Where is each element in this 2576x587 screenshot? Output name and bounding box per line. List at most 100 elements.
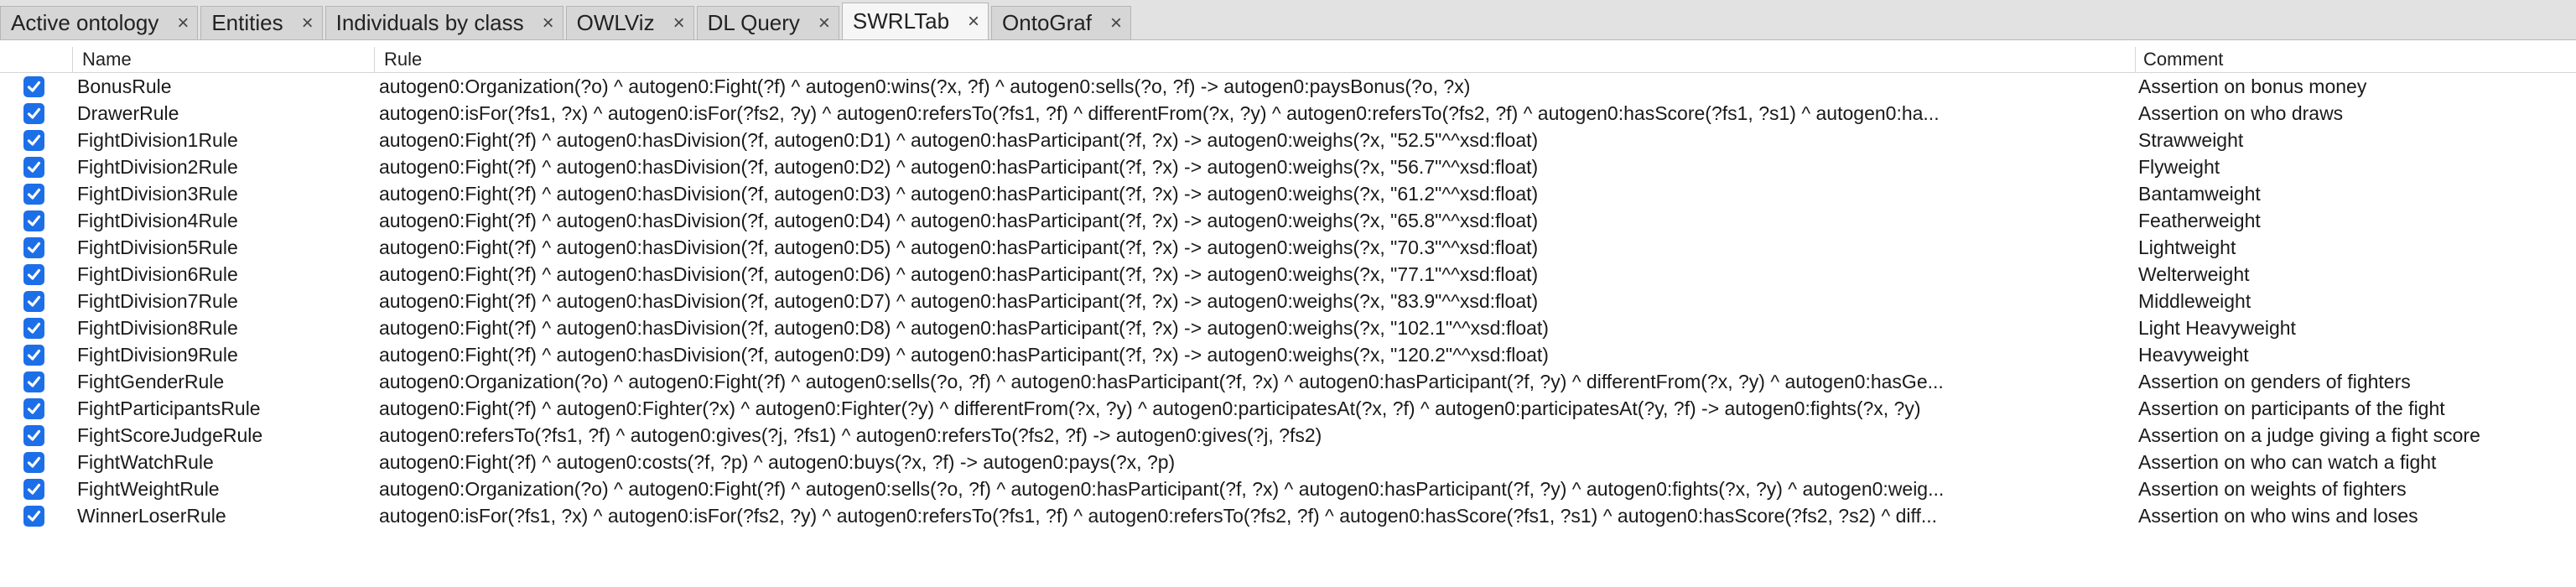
close-icon[interactable]: × bbox=[673, 13, 685, 34]
rule-name-cell[interactable]: FightGenderRule bbox=[77, 368, 371, 395]
rule-body-cell[interactable]: autogen0:Fight(?f) ^ autogen0:costs(?f, … bbox=[379, 449, 2132, 475]
close-icon[interactable]: × bbox=[818, 13, 830, 34]
tab-individuals-by-class[interactable]: Individuals by class × bbox=[325, 6, 564, 39]
tab-dl-query[interactable]: DL Query × bbox=[696, 6, 839, 39]
rule-comment-cell[interactable]: Assertion on bonus money bbox=[2138, 73, 2574, 100]
table-row[interactable]: FightGenderRule autogen0:Organization(?o)… bbox=[0, 368, 2576, 395]
rule-name-cell[interactable]: FightDivision1Rule bbox=[77, 127, 371, 153]
rule-name-cell[interactable]: DrawerRule bbox=[77, 100, 371, 127]
rule-name-cell[interactable]: FightDivision9Rule bbox=[77, 341, 371, 368]
tab-swrltab[interactable]: SWRLTab × bbox=[841, 3, 989, 39]
enabled-checkbox[interactable] bbox=[23, 184, 44, 205]
enabled-checkbox[interactable] bbox=[23, 398, 44, 419]
table-row[interactable]: FightDivision8Rule autogen0:Fight(?f) ^ a… bbox=[0, 314, 2576, 341]
rule-comment-cell[interactable]: Middleweight bbox=[2138, 288, 2574, 314]
rule-comment-cell[interactable]: Strawweight bbox=[2138, 127, 2574, 153]
enabled-checkbox[interactable] bbox=[23, 76, 44, 97]
rule-body-cell[interactable]: autogen0:isFor(?fs1, ?x) ^ autogen0:isFo… bbox=[379, 100, 2132, 127]
enabled-checkbox[interactable] bbox=[23, 479, 44, 500]
rule-name-cell[interactable]: FightDivision5Rule bbox=[77, 234, 371, 261]
rule-comment-cell[interactable]: Featherweight bbox=[2138, 207, 2574, 234]
tab-entities[interactable]: Entities × bbox=[200, 6, 323, 39]
rule-body-cell[interactable]: autogen0:Organization(?o) ^ autogen0:Fig… bbox=[379, 368, 2132, 395]
rule-name-cell[interactable]: FightDivision6Rule bbox=[77, 261, 371, 288]
enabled-checkbox[interactable] bbox=[23, 425, 44, 446]
enabled-checkbox[interactable] bbox=[23, 371, 44, 392]
table-row[interactable]: FightDivision9Rule autogen0:Fight(?f) ^ a… bbox=[0, 341, 2576, 368]
rule-comment-cell[interactable]: Assertion on weights of fighters bbox=[2138, 475, 2574, 502]
rule-body-cell[interactable]: autogen0:Fight(?f) ^ autogen0:hasDivisio… bbox=[379, 127, 2132, 153]
rule-comment-cell[interactable]: Assertion on who draws bbox=[2138, 100, 2574, 127]
table-row[interactable]: FightDivision7Rule autogen0:Fight(?f) ^ a… bbox=[0, 288, 2576, 314]
rule-comment-cell[interactable]: Assertion on participants of the fight bbox=[2138, 395, 2574, 422]
enabled-checkbox[interactable] bbox=[23, 157, 44, 178]
rule-comment-cell[interactable]: Assertion on a judge giving a fight scor… bbox=[2138, 422, 2574, 449]
rule-body-cell[interactable]: autogen0:refersTo(?fs1, ?f) ^ autogen0:g… bbox=[379, 422, 2132, 449]
table-row[interactable]: FightDivision1Rule autogen0:Fight(?f) ^ a… bbox=[0, 127, 2576, 153]
rule-name-cell[interactable]: BonusRule bbox=[77, 73, 371, 100]
close-icon[interactable]: × bbox=[302, 13, 314, 34]
rule-body-cell[interactable]: autogen0:Fight(?f) ^ autogen0:hasDivisio… bbox=[379, 207, 2132, 234]
table-row[interactable]: FightWeightRule autogen0:Organization(?o)… bbox=[0, 475, 2576, 502]
table-row[interactable]: FightScoreJudgeRule autogen0:refersTo(?fs… bbox=[0, 422, 2576, 449]
rule-name-cell[interactable]: FightDivision3Rule bbox=[77, 180, 371, 207]
rule-body-cell[interactable]: autogen0:Organization(?o) ^ autogen0:Fig… bbox=[379, 475, 2132, 502]
tab-active-ontology[interactable]: Active ontology × bbox=[0, 6, 199, 39]
rule-body-cell[interactable]: autogen0:Fight(?f) ^ autogen0:hasDivisio… bbox=[379, 341, 2132, 368]
enabled-checkbox[interactable] bbox=[23, 345, 44, 366]
rule-body-cell[interactable]: autogen0:Fight(?f) ^ autogen0:hasDivisio… bbox=[379, 234, 2132, 261]
column-separator[interactable] bbox=[72, 47, 73, 72]
enabled-checkbox[interactable] bbox=[23, 506, 44, 527]
rule-comment-cell[interactable]: Flyweight bbox=[2138, 153, 2574, 180]
column-header-name[interactable]: Name bbox=[82, 49, 132, 70]
rule-body-cell[interactable]: autogen0:Organization(?o) ^ autogen0:Fig… bbox=[379, 73, 2132, 100]
close-icon[interactable]: × bbox=[968, 11, 979, 32]
column-header-rule[interactable]: Rule bbox=[384, 49, 422, 70]
table-row[interactable]: FightParticipantsRule autogen0:Fight(?f) … bbox=[0, 395, 2576, 422]
enabled-checkbox[interactable] bbox=[23, 130, 44, 151]
rule-name-cell[interactable]: FightDivision8Rule bbox=[77, 314, 371, 341]
rule-name-cell[interactable]: WinnerLoserRule bbox=[77, 502, 371, 529]
enabled-checkbox[interactable] bbox=[23, 291, 44, 312]
enabled-checkbox[interactable] bbox=[23, 210, 44, 231]
rule-comment-cell[interactable]: Heavyweight bbox=[2138, 341, 2574, 368]
column-separator[interactable] bbox=[374, 47, 375, 72]
rule-body-cell[interactable]: autogen0:Fight(?f) ^ autogen0:hasDivisio… bbox=[379, 288, 2132, 314]
rule-comment-cell[interactable]: Light Heavyweight bbox=[2138, 314, 2574, 341]
rule-comment-cell[interactable]: Lightweight bbox=[2138, 234, 2574, 261]
rule-body-cell[interactable]: autogen0:Fight(?f) ^ autogen0:hasDivisio… bbox=[379, 153, 2132, 180]
rule-name-cell[interactable]: FightParticipantsRule bbox=[77, 395, 371, 422]
column-header-comment[interactable]: Comment bbox=[2143, 49, 2223, 70]
rule-body-cell[interactable]: autogen0:Fight(?f) ^ autogen0:hasDivisio… bbox=[379, 314, 2132, 341]
table-row[interactable]: FightDivision2Rule autogen0:Fight(?f) ^ a… bbox=[0, 153, 2576, 180]
close-icon[interactable]: × bbox=[1110, 13, 1122, 34]
table-row[interactable]: BonusRule autogen0:Organization(?o) ^ aut… bbox=[0, 73, 2576, 100]
table-row[interactable]: FightDivision4Rule autogen0:Fight(?f) ^ a… bbox=[0, 207, 2576, 234]
rule-comment-cell[interactable]: Assertion on who wins and loses bbox=[2138, 502, 2574, 529]
close-icon[interactable]: × bbox=[543, 13, 554, 34]
rule-name-cell[interactable]: FightWeightRule bbox=[77, 475, 371, 502]
rule-body-cell[interactable]: autogen0:Fight(?f) ^ autogen0:Fighter(?x… bbox=[379, 395, 2132, 422]
rule-name-cell[interactable]: FightScoreJudgeRule bbox=[77, 422, 371, 449]
table-row[interactable]: DrawerRule autogen0:isFor(?fs1, ?x) ^ aut… bbox=[0, 100, 2576, 127]
close-icon[interactable]: × bbox=[177, 13, 189, 34]
rule-comment-cell[interactable]: Assertion on genders of fighters bbox=[2138, 368, 2574, 395]
column-separator[interactable] bbox=[2135, 47, 2136, 72]
table-row[interactable]: FightDivision5Rule autogen0:Fight(?f) ^ a… bbox=[0, 234, 2576, 261]
table-row[interactable]: FightDivision6Rule autogen0:Fight(?f) ^ a… bbox=[0, 261, 2576, 288]
rule-body-cell[interactable]: autogen0:Fight(?f) ^ autogen0:hasDivisio… bbox=[379, 180, 2132, 207]
rule-comment-cell[interactable]: Assertion on who can watch a fight bbox=[2138, 449, 2574, 475]
rule-body-cell[interactable]: autogen0:isFor(?fs1, ?x) ^ autogen0:isFo… bbox=[379, 502, 2132, 529]
rule-comment-cell[interactable]: Bantamweight bbox=[2138, 180, 2574, 207]
rule-name-cell[interactable]: FightDivision2Rule bbox=[77, 153, 371, 180]
tab-ontograf[interactable]: OntoGraf × bbox=[991, 6, 1131, 39]
rule-name-cell[interactable]: FightDivision4Rule bbox=[77, 207, 371, 234]
rule-body-cell[interactable]: autogen0:Fight(?f) ^ autogen0:hasDivisio… bbox=[379, 261, 2132, 288]
table-row[interactable]: FightDivision3Rule autogen0:Fight(?f) ^ a… bbox=[0, 180, 2576, 207]
rule-name-cell[interactable]: FightWatchRule bbox=[77, 449, 371, 475]
table-row[interactable]: FightWatchRule autogen0:Fight(?f) ^ autog… bbox=[0, 449, 2576, 475]
enabled-checkbox[interactable] bbox=[23, 452, 44, 473]
tab-owlviz[interactable]: OWLViz × bbox=[565, 6, 694, 39]
table-row[interactable]: WinnerLoserRule autogen0:isFor(?fs1, ?x) … bbox=[0, 502, 2576, 529]
enabled-checkbox[interactable] bbox=[23, 318, 44, 339]
